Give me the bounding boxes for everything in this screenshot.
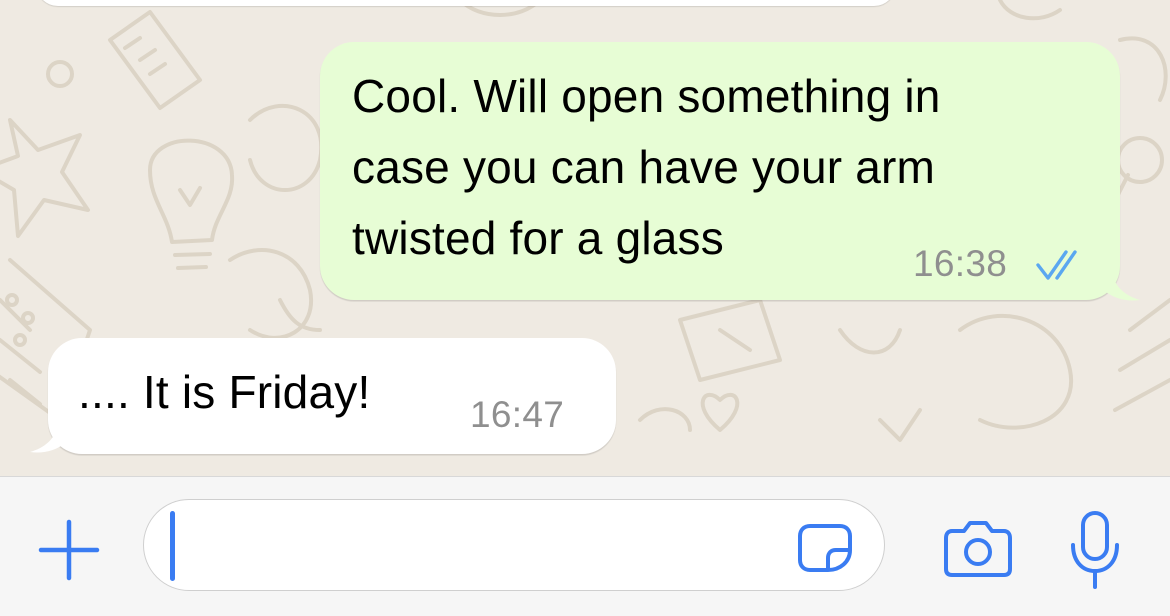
- incoming-message-bubble[interactable]: .... It is Friday! 16:47: [30, 338, 616, 454]
- voice-message-button[interactable]: [1068, 509, 1122, 591]
- chat-screen: Cool. Will open something in case you ca…: [0, 0, 1170, 616]
- message-input-field[interactable]: [143, 499, 885, 591]
- message-timestamp: 16:47: [470, 394, 565, 435]
- message-composer: [0, 476, 1170, 616]
- camera-button[interactable]: [942, 517, 1014, 581]
- bubble-tail-right: [1106, 274, 1140, 301]
- message-text: .... It is Friday!: [78, 366, 371, 418]
- message-input[interactable]: [168, 514, 788, 574]
- microphone-icon: [1071, 511, 1119, 589]
- plus-icon: [38, 519, 100, 581]
- sticker-icon: [798, 524, 852, 572]
- attach-button[interactable]: [36, 517, 102, 583]
- message-list[interactable]: Cool. Will open something in case you ca…: [0, 0, 1170, 476]
- camera-icon: [944, 521, 1012, 577]
- double-check-icon: [1036, 250, 1077, 280]
- outgoing-message-bubble[interactable]: Cool. Will open something in case you ca…: [320, 42, 1140, 301]
- previous-message-bubble[interactable]: [36, 0, 896, 6]
- sticker-button[interactable]: [796, 522, 854, 574]
- text-caret: [170, 511, 175, 581]
- bubble-tail-left: [30, 426, 64, 453]
- message-timestamp: 16:38: [913, 243, 1008, 284]
